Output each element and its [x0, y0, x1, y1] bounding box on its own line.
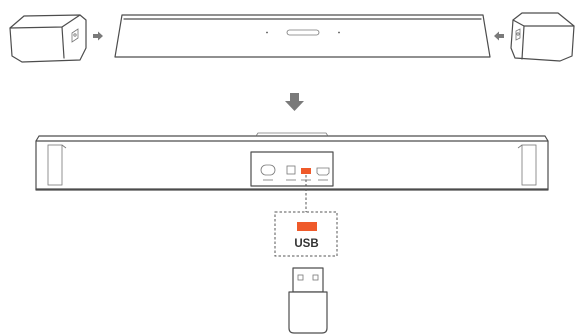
arrow-right-icon [93, 31, 103, 41]
usb-drive-icon [288, 267, 328, 334]
arrow-left-icon [494, 31, 504, 41]
usb-label: USB [294, 238, 318, 250]
usb-callout: USB [274, 211, 338, 257]
connector-panel [250, 151, 334, 187]
soundbar-top-icon [114, 14, 491, 58]
arrow-down-icon [285, 93, 304, 111]
usb-port-highlight [301, 168, 311, 174]
usb-callout-port-icon [297, 222, 317, 231]
right-speaker-module-icon [510, 12, 575, 62]
left-speaker-module-icon [9, 14, 87, 63]
soundbar-usb-diagram: USB [9, 12, 575, 334]
